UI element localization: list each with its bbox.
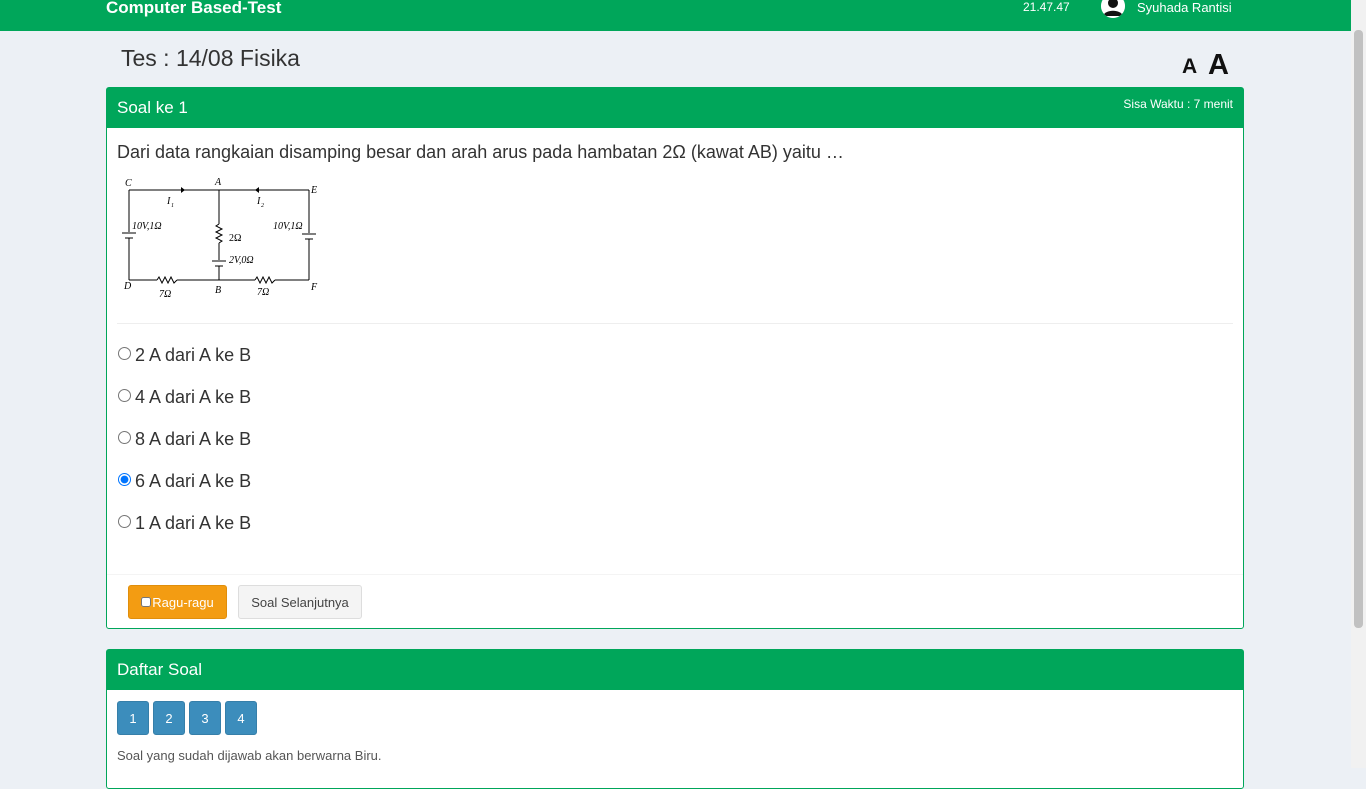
middle-resistor-label: 2Ω bbox=[229, 233, 241, 244]
question-list-panel: Daftar Soal 1 2 3 4 Soal yang sudah dija… bbox=[106, 649, 1244, 789]
page-title: Tes : 14/08 Fisika bbox=[121, 45, 300, 71]
question-number-button[interactable]: 1 bbox=[117, 701, 149, 735]
question-header: Soal ke 1 Sisa Waktu : 7 menit bbox=[107, 88, 1243, 128]
answer-option[interactable]: 1 A dari A ke B bbox=[117, 513, 251, 534]
remaining-time: Sisa Waktu : 7 menit bbox=[1123, 97, 1233, 111]
ragu-ragu-checkbox[interactable] bbox=[141, 597, 152, 607]
answer-option-label: 2 A dari A ke B bbox=[135, 345, 252, 365]
answer-option-label: 8 A dari A ke B bbox=[135, 429, 252, 449]
node-label-f: F bbox=[310, 282, 318, 293]
middle-source-label: 2V,0Ω bbox=[229, 255, 254, 266]
answer-radio[interactable] bbox=[118, 347, 131, 360]
answer-radio[interactable] bbox=[118, 431, 131, 444]
ragu-ragu-label: Ragu-ragu bbox=[152, 594, 214, 610]
node-label-e: E bbox=[310, 185, 317, 196]
answer-option[interactable]: 6 A dari A ke B bbox=[117, 471, 251, 492]
answer-radio[interactable] bbox=[118, 389, 131, 402]
question-list-header: Daftar Soal bbox=[107, 650, 1243, 690]
answer-option-label: 6 A dari A ke B bbox=[135, 471, 252, 491]
answered-note: Soal yang sudah dijawab akan berwarna Bi… bbox=[117, 748, 382, 763]
right-source-label: 10V,1Ω bbox=[273, 221, 303, 232]
decrease-font-button[interactable]: A bbox=[1182, 55, 1197, 79]
question-text: Dari data rangkaian disamping besar dan … bbox=[117, 142, 844, 162]
user-name[interactable]: Syuhada Rantisi bbox=[1137, 0, 1232, 15]
answer-option[interactable]: 8 A dari A ke B bbox=[117, 429, 251, 450]
question-number-title: Soal ke 1 bbox=[117, 98, 188, 117]
next-question-button[interactable]: Soal Selanjutnya bbox=[238, 585, 362, 619]
question-number-list: 1 2 3 4 bbox=[117, 701, 257, 735]
answer-option[interactable]: 2 A dari A ke B bbox=[117, 345, 251, 366]
question-number-button[interactable]: 3 bbox=[189, 701, 221, 735]
increase-font-button[interactable]: A bbox=[1208, 49, 1229, 82]
question-number-button[interactable]: 2 bbox=[153, 701, 185, 735]
app-brand[interactable]: Computer Based-Test bbox=[106, 0, 281, 18]
node-label-d: D bbox=[123, 281, 132, 292]
question-number-button[interactable]: 4 bbox=[225, 701, 257, 735]
answer-option-label: 4 A dari A ke B bbox=[135, 387, 252, 407]
current-label-i2-sub: 2 bbox=[261, 203, 264, 209]
node-label-c: C bbox=[125, 178, 132, 189]
question-list-title: Daftar Soal bbox=[117, 660, 203, 679]
answer-option-label: 1 A dari A ke B bbox=[135, 513, 252, 533]
question-footer: Ragu-ragu Soal Selanjutnya bbox=[107, 574, 1243, 630]
left-source-label: 10V,1Ω bbox=[132, 221, 162, 232]
top-navbar: Computer Based-Test 21.47.47 Syuhada Ran… bbox=[0, 0, 1351, 31]
left-resistor-label: 7Ω bbox=[159, 289, 171, 300]
scrollbar-thumb[interactable] bbox=[1354, 30, 1363, 628]
page-scrollbar[interactable] bbox=[1351, 0, 1366, 768]
answer-radio[interactable] bbox=[118, 515, 131, 528]
user-avatar-icon[interactable] bbox=[1101, 0, 1125, 18]
clock: 21.47.47 bbox=[1023, 0, 1070, 14]
ragu-ragu-button[interactable]: Ragu-ragu bbox=[128, 585, 227, 619]
right-resistor-label: 7Ω bbox=[257, 287, 269, 298]
circuit-diagram: C A E D B F I 1 I 2 10V,1Ω 10V,1Ω 2Ω 2V,… bbox=[122, 177, 318, 300]
node-label-a: A bbox=[214, 177, 222, 188]
answer-option[interactable]: 4 A dari A ke B bbox=[117, 387, 251, 408]
current-label-i1-sub: 1 bbox=[171, 203, 174, 209]
answer-radio[interactable] bbox=[118, 473, 131, 486]
question-divider bbox=[117, 323, 1233, 324]
node-label-b: B bbox=[215, 285, 221, 296]
question-panel: Soal ke 1 Sisa Waktu : 7 menit Dari data… bbox=[106, 87, 1244, 629]
